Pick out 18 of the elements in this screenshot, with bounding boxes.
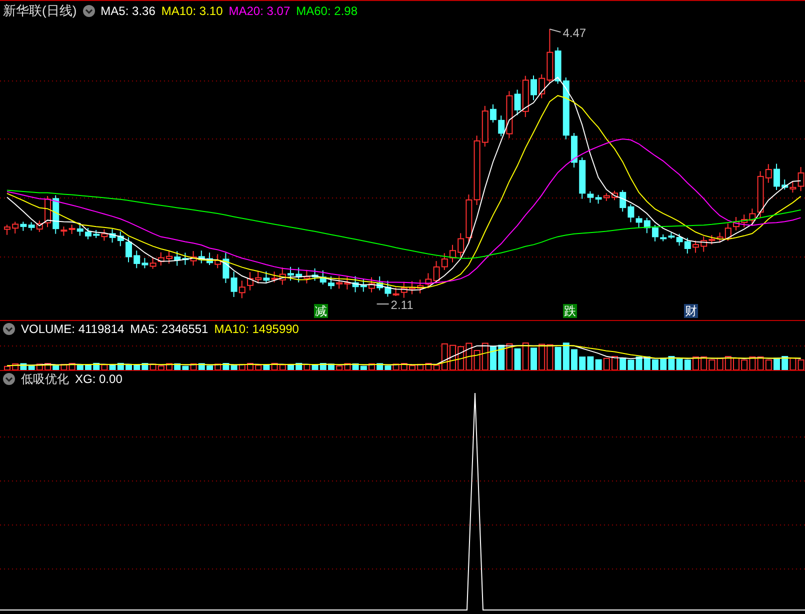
chevron-down-icon[interactable] [3,373,15,385]
event-marker: 跌 [563,304,577,318]
indicator-value: MA20: 3.07 [228,3,290,20]
price-label: 4.47 [549,26,586,40]
indicator-value: MA5: 3.36 [100,3,156,20]
event-marker: 财 [684,304,698,318]
chart-title: 新华联(日线) [3,2,77,20]
price-label: 2.11 [376,298,414,312]
indicator-value: VOLUME: 4119814 [21,321,124,338]
indicator-value: MA60: 2.98 [296,3,358,20]
event-marker: 减 [314,304,328,318]
indicator-title: 低吸优化 [21,371,69,388]
indicator-value: XG: 0.00 [75,371,122,388]
indicator-value: MA5: 2346551 [130,321,208,338]
chevron-down-icon[interactable] [82,5,95,17]
indicator-value: MA10: 1495990 [214,321,299,338]
indicator-value: MA10: 3.10 [161,3,223,20]
chevron-down-icon[interactable] [3,323,15,335]
